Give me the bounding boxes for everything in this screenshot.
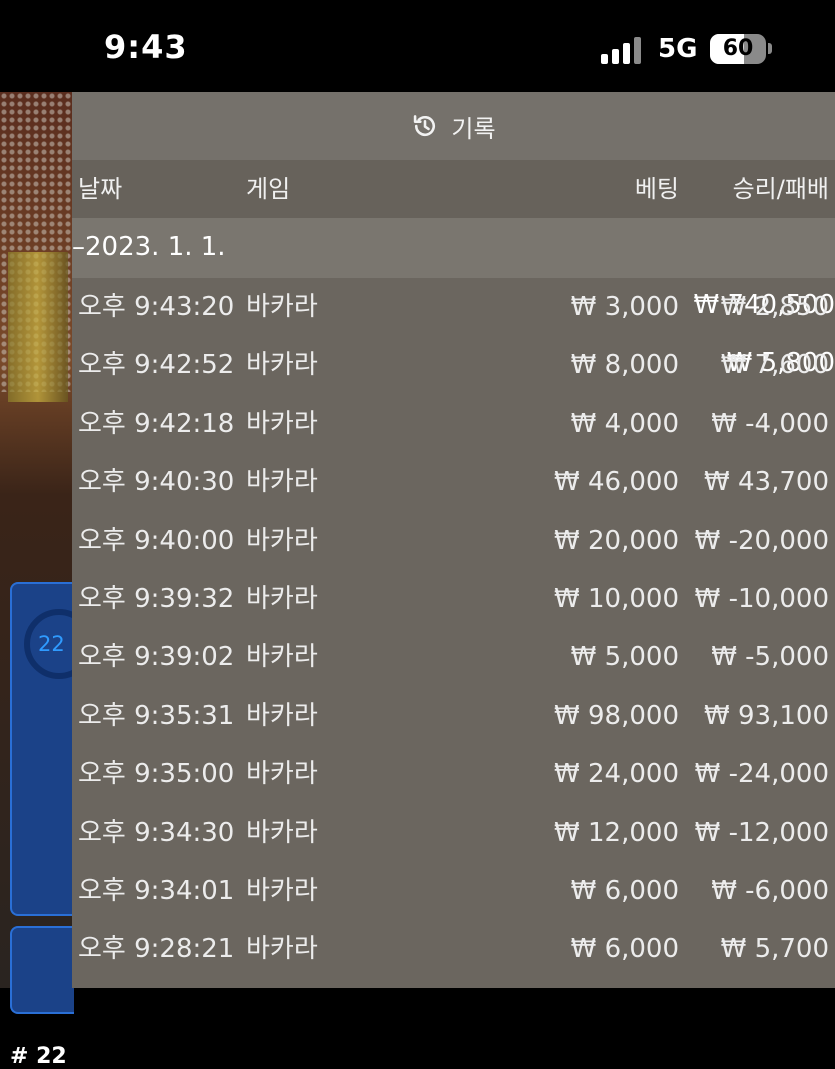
battery-tip	[768, 43, 772, 54]
row-time: 오후 9:39:32	[78, 583, 235, 614]
row-bet: ₩ 6,000	[570, 875, 679, 906]
summary-date: –2023. 1. 1.	[72, 232, 226, 262]
row-time: 오후 9:43:20	[78, 292, 235, 322]
row-game: 바카라	[246, 934, 318, 965]
row-time: 오후 9:28:21	[78, 934, 235, 965]
table-row[interactable]: 오후 9:40:00 바카라 ₩ 20,000 ₩ -20,000	[72, 512, 835, 570]
row-game: 바카라	[246, 817, 318, 848]
column-date: 날짜	[78, 175, 123, 203]
row-game: 바카라	[246, 642, 318, 673]
column-game: 게임	[246, 175, 291, 203]
signal-strength-icon	[601, 36, 645, 64]
row-time: 오후 9:34:01	[78, 875, 235, 906]
table-row[interactable]: 오후 9:35:31 바카라 ₩ 98,000 ₩ 93,100	[72, 687, 835, 745]
row-win-loss: ₩ 93,100	[704, 700, 829, 731]
row-bet: ₩ 5,000	[570, 642, 679, 673]
battery-icon: 60	[710, 34, 766, 64]
table-row[interactable]: 오후 9:34:01 바카라 ₩ 6,000 ₩ -6,000	[72, 862, 835, 920]
row-bet: ₩ 8,000	[570, 350, 679, 381]
row-game: 바카라	[246, 350, 318, 381]
table-row[interactable]: 오후 9:40:30 바카라 ₩ 46,000 ₩ 43,700	[72, 453, 835, 511]
row-time: 오후 9:35:00	[78, 759, 235, 790]
history-list: 오후 9:43:20 바카라 ₩ 3,000 ₩ 2,850 오후 9:42:52 바카라…	[72, 278, 835, 979]
row-game: 바카라	[246, 408, 318, 439]
row-time: 오후 9:40:00	[78, 525, 235, 556]
status-bar: 9:43 5G 60	[0, 0, 835, 92]
row-game: 바카라	[246, 467, 318, 498]
column-win-loss: 승리/패배	[732, 175, 829, 203]
row-win-loss: ₩ -20,000	[694, 525, 829, 556]
table-number: # 22	[10, 1044, 67, 1069]
row-time: 오후 9:39:02	[78, 642, 235, 673]
row-time: 오후 9:42:18	[78, 408, 235, 439]
table-row[interactable]: 오후 9:42:52 바카라 ₩ 8,000 ₩ 7,600	[72, 336, 835, 394]
progress-text: 22	[38, 632, 65, 656]
row-game: 바카라	[246, 759, 318, 790]
row-bet: ₩ 98,000	[554, 700, 679, 731]
table-row[interactable]: 오후 9:39:02 바카라 ₩ 5,000 ₩ -5,000	[72, 628, 835, 686]
table-row[interactable]: 오후 9:28:21 바카라 ₩ 6,000 ₩ 5,700	[72, 920, 835, 978]
row-win-loss: ₩ 5,700	[720, 934, 829, 965]
date-summary-row[interactable]: –2023. 1. 1. ₩ 740,500 ₩ 5,800	[72, 218, 835, 378]
row-game: 바카라	[246, 525, 318, 556]
row-time: 오후 9:40:30	[78, 467, 235, 498]
table-row[interactable]: 오후 9:35:00 바카라 ₩ 24,000 ₩ -24,000	[72, 745, 835, 803]
column-headers: 날짜 게임 베팅 승리/패배	[72, 160, 835, 218]
table-row[interactable]: 오후 9:42:18 바카라 ₩ 4,000 ₩ -4,000	[72, 395, 835, 453]
game-side-button[interactable]	[10, 926, 74, 1014]
table-row[interactable]: 오후 9:43:20 바카라 ₩ 3,000 ₩ 2,850	[72, 278, 835, 336]
row-bet: ₩ 46,000	[554, 467, 679, 498]
row-bet: ₩ 24,000	[554, 759, 679, 790]
history-panel: 기록 날짜 게임 베팅 승리/패배 –2023. 1. 1. ₩ 740,500…	[72, 92, 835, 988]
row-win-loss: ₩ 7,600	[720, 350, 829, 381]
history-icon	[414, 115, 436, 137]
row-win-loss: ₩ -6,000	[711, 875, 829, 906]
row-win-loss: ₩ 43,700	[704, 467, 829, 498]
row-bet: ₩ 3,000	[570, 292, 679, 322]
row-game: 바카라	[246, 292, 318, 322]
battery-percent: 60	[722, 36, 754, 61]
row-win-loss: ₩ -10,000	[694, 583, 829, 614]
row-bet: ₩ 12,000	[554, 817, 679, 848]
table-row[interactable]: 오후 9:34:30 바카라 ₩ 12,000 ₩ -12,000	[72, 804, 835, 862]
row-time: 오후 9:35:31	[78, 700, 235, 731]
row-win-loss: ₩ -5,000	[711, 642, 829, 673]
history-header: 기록	[72, 92, 835, 160]
table-row[interactable]: 오후 9:39:32 바카라 ₩ 10,000 ₩ -10,000	[72, 570, 835, 628]
history-title: 기록	[451, 114, 496, 143]
row-game: 바카라	[246, 875, 318, 906]
row-win-loss: ₩ 2,850	[720, 292, 829, 322]
column-bet: 베팅	[634, 175, 679, 203]
row-game: 바카라	[246, 583, 318, 614]
row-bet: ₩ 10,000	[554, 583, 679, 614]
row-bet: ₩ 4,000	[570, 408, 679, 439]
row-bet: ₩ 20,000	[554, 525, 679, 556]
row-win-loss: ₩ -12,000	[694, 817, 829, 848]
row-bet: ₩ 6,000	[570, 934, 679, 965]
row-time: 오후 9:34:30	[78, 817, 235, 848]
decor-gold-wall	[8, 252, 68, 402]
network-type: 5G	[658, 34, 698, 64]
clock: 9:43	[104, 28, 188, 66]
row-time: 오후 9:42:52	[78, 350, 235, 381]
row-win-loss: ₩ -24,000	[694, 759, 829, 790]
row-game: 바카라	[246, 700, 318, 731]
game-background: 22 # 22	[0, 92, 94, 1069]
row-win-loss: ₩ -4,000	[711, 408, 829, 439]
